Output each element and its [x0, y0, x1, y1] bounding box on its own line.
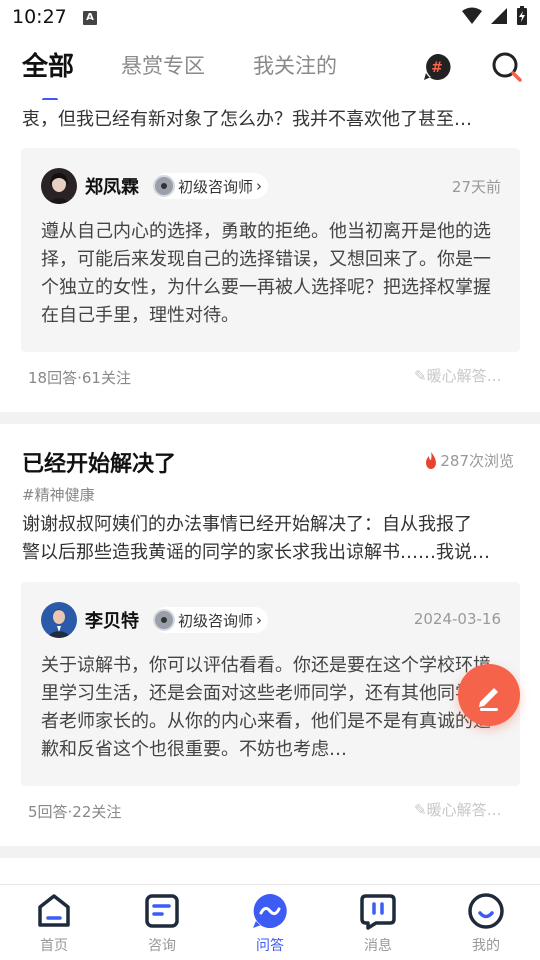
- nav-label: 消息: [364, 938, 392, 954]
- answer-header: 郑凤霖 初级咨询师 › 27天前: [41, 168, 501, 204]
- avatar[interactable]: [41, 168, 77, 204]
- qa-feed[interactable]: 衷，但我已经有新对象了怎么办？我并不喜欢他了甚至… 郑凤霖 初级咨询师 › 27…: [0, 100, 540, 884]
- signal-icon: [491, 8, 507, 24]
- flame-icon: [426, 451, 437, 469]
- pencil-icon: ✎: [414, 367, 427, 385]
- answer-body: 遵从自己内心的选择，勇敢的拒绝。他当初离开是他的选择，可能后来发现自己的选择错误…: [41, 221, 491, 326]
- chevron-right-icon: ›: [256, 177, 263, 195]
- nav-label: 咨询: [148, 938, 176, 954]
- qa-icon: [253, 894, 287, 928]
- search-icon[interactable]: [491, 51, 523, 83]
- nav-home[interactable]: 首页: [14, 891, 94, 957]
- answer-date: 27天前: [451, 178, 501, 196]
- consult-icon: [145, 894, 179, 928]
- answer-header: 李贝特 初级咨询师 › 2024-03-16: [41, 602, 501, 638]
- notification-badge: A: [83, 11, 97, 25]
- bottom-navigation: 首页 咨询 问答 消息 我的: [0, 884, 540, 960]
- reply-label: 暖心解答…: [426, 801, 502, 819]
- question-excerpt[interactable]: 衷，但我已经有新对象了怎么办？我并不喜欢他了甚至…: [22, 106, 512, 134]
- reply-label: 暖心解答…: [426, 367, 502, 385]
- answerer-name[interactable]: 李贝特: [85, 607, 139, 633]
- view-count-label: 287次浏览: [440, 452, 514, 470]
- reply-button[interactable]: ✎暖心解答…: [414, 365, 502, 386]
- question-excerpt-line1[interactable]: 谢谢叔叔阿姨们的办法事情已经开始解决了：自从我报了: [22, 511, 516, 539]
- status-time: 10:27: [12, 6, 67, 28]
- question-stats: 5回答·22关注: [28, 803, 122, 821]
- avatar[interactable]: [41, 602, 77, 638]
- counselor-badge[interactable]: 初级咨询师 ›: [153, 173, 269, 199]
- reply-button[interactable]: ✎暖心解答…: [414, 799, 502, 820]
- status-bar: 10:27 A: [0, 0, 540, 36]
- status-icons: [462, 6, 528, 26]
- chevron-right-icon: ›: [256, 611, 263, 629]
- nav-messages[interactable]: 消息: [338, 891, 418, 957]
- divider: [0, 412, 540, 424]
- pencil-icon: ✎: [414, 801, 427, 819]
- battery-icon: [517, 6, 527, 25]
- badge-medal-icon: [153, 175, 175, 197]
- nav-label: 首页: [40, 938, 68, 954]
- view-count: 287次浏览: [424, 450, 514, 471]
- answer-card[interactable]: 李贝特 初级咨询师 › 2024-03-16 关于谅解书，你可以评估看看。你还是…: [21, 582, 520, 786]
- question-title[interactable]: 已经开始解决了: [22, 446, 176, 478]
- badge-label: 初级咨询师: [178, 177, 254, 196]
- answer-card[interactable]: 郑凤霖 初级咨询师 › 27天前 遵从自己内心的选择，勇敢的拒绝。他当初离开是他…: [21, 148, 520, 352]
- nav-qa[interactable]: 问答: [230, 891, 310, 957]
- nav-label: 问答: [256, 938, 284, 954]
- answer-body: 关于谅解书，你可以评估看看。你还是要在这个学校环境里学习生活，还是会面对这些老师…: [41, 655, 491, 760]
- nav-consult[interactable]: 咨询: [122, 891, 202, 957]
- question-excerpt-line2[interactable]: 警以后那些造我黄谣的同学的家长求我出谅解书……我说…: [22, 539, 516, 567]
- home-icon: [38, 894, 70, 927]
- tab-bounty[interactable]: 悬赏专区: [121, 50, 205, 80]
- wifi-icon: [462, 7, 482, 24]
- ask-question-button[interactable]: [458, 664, 520, 726]
- nav-label: 我的: [472, 938, 500, 954]
- badge-medal-icon: [153, 609, 175, 631]
- edit-icon: [479, 688, 498, 711]
- svg-text:#: #: [431, 60, 443, 76]
- tab-following[interactable]: 我关注的: [253, 50, 337, 80]
- tab-all[interactable]: 全部: [22, 46, 74, 83]
- badge-label: 初级咨询师: [178, 611, 254, 630]
- question-stats: 18回答·61关注: [28, 369, 131, 387]
- answerer-name[interactable]: 郑凤霖: [85, 173, 139, 199]
- question-tag[interactable]: #精神健康: [22, 484, 95, 505]
- nav-profile[interactable]: 我的: [446, 891, 526, 957]
- counselor-badge[interactable]: 初级咨询师 ›: [153, 607, 269, 633]
- answer-date: 2024-03-16: [413, 610, 501, 628]
- top-tab-bar: 全部 悬赏专区 我关注的: [0, 36, 540, 100]
- divider: [0, 846, 540, 858]
- profile-icon: [468, 893, 504, 929]
- message-icon: [360, 894, 396, 930]
- hashtag-icon[interactable]: #: [422, 52, 452, 82]
